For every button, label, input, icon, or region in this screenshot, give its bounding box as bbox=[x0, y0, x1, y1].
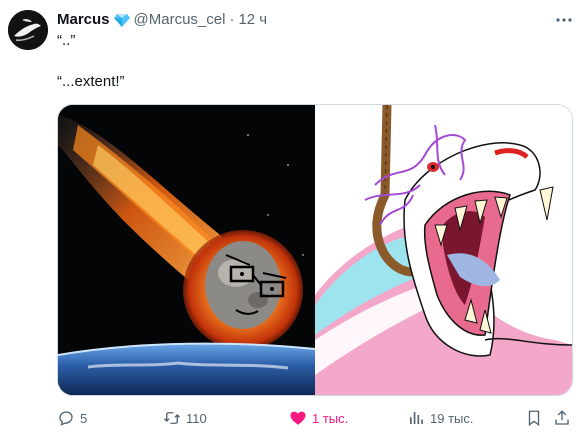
share-button[interactable] bbox=[553, 407, 571, 429]
views-chart-icon bbox=[410, 412, 423, 424]
like-button[interactable]: 1 тыс. bbox=[289, 407, 348, 429]
author-name[interactable]: Marcus bbox=[57, 10, 110, 30]
views-button[interactable]: 19 тыс. bbox=[407, 407, 473, 429]
reply-icon bbox=[59, 411, 73, 427]
meteor-wojak-image[interactable] bbox=[58, 105, 316, 395]
reply-button[interactable]: 5 bbox=[57, 407, 87, 429]
tweet-text-line2: “...extent!” bbox=[57, 73, 125, 90]
reply-count: 5 bbox=[80, 410, 88, 426]
tweet-text-line1: “..” bbox=[57, 32, 76, 49]
like-count: 1 тыс. bbox=[312, 410, 349, 426]
retweet-button[interactable]: 110 bbox=[163, 407, 207, 429]
tweet-actions: 5 110 1 тыс. 19 тыс. bbox=[57, 407, 573, 429]
more-options-icon[interactable] bbox=[554, 10, 574, 30]
tweet-media[interactable] bbox=[57, 104, 573, 396]
views-count: 19 тыс. bbox=[430, 410, 474, 426]
separator-dot: · bbox=[229, 11, 235, 28]
screaming-dinosaur-image[interactable] bbox=[315, 105, 572, 395]
author-handle[interactable]: @Marcus_cel bbox=[134, 10, 226, 30]
avatar-image bbox=[8, 10, 48, 50]
bookmark-icon bbox=[528, 410, 540, 427]
gem-icon bbox=[113, 13, 130, 27]
retweet-icon bbox=[164, 412, 180, 424]
share-icon bbox=[555, 410, 569, 425]
bookmark-button[interactable] bbox=[525, 407, 543, 429]
tweet-time[interactable]: 12 ч bbox=[238, 10, 267, 30]
retweet-count: 110 bbox=[186, 410, 207, 426]
avatar[interactable] bbox=[8, 10, 48, 50]
tweet-header: Marcus @Marcus_cel · 12 ч bbox=[57, 10, 546, 30]
heart-icon bbox=[290, 411, 306, 425]
